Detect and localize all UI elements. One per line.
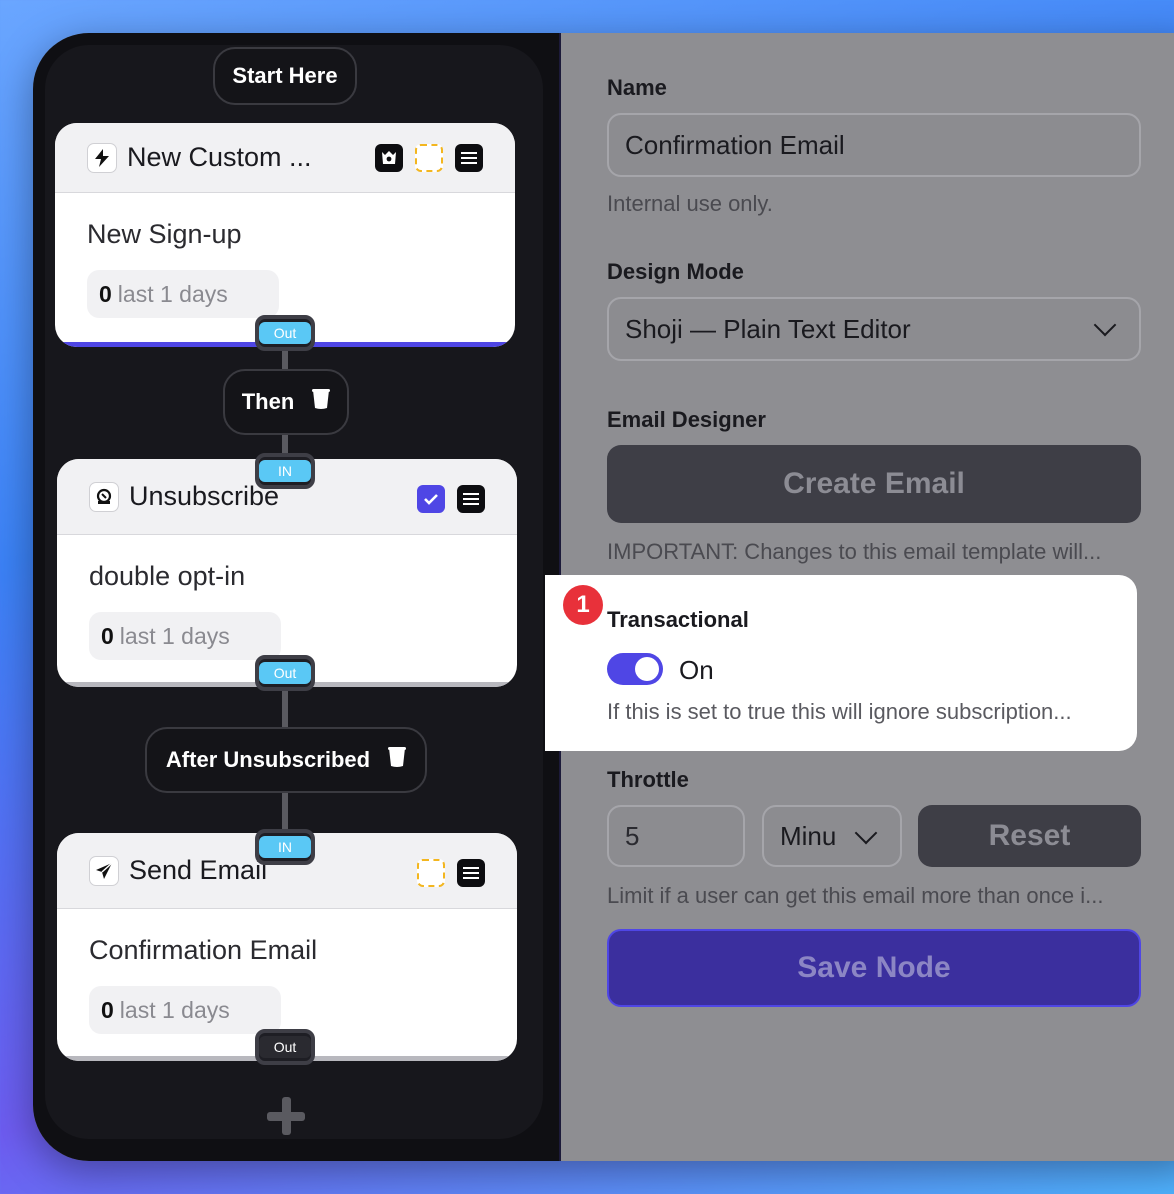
then-step-pill[interactable]: Then <box>223 369 349 435</box>
name-help-text: Internal use only. <box>607 191 773 216</box>
after-unsubscribed-step-pill[interactable]: After Unsubscribed <box>145 727 427 793</box>
in-port-label: IN <box>259 460 311 482</box>
out-port-label: Out <box>259 662 311 684</box>
out-port-label: Out <box>259 1036 311 1058</box>
name-label: Name <box>607 75 667 100</box>
transactional-toggle[interactable] <box>607 653 663 685</box>
start-here-label: Start Here <box>232 63 338 88</box>
throttle-amount-value: 5 <box>625 820 640 851</box>
throttle-amount-input[interactable]: 5 <box>607 805 745 867</box>
reset-label: Reset <box>988 819 1071 852</box>
dashed-select-icon[interactable] <box>417 859 445 887</box>
in-port-label: IN <box>259 836 311 858</box>
out-port-label: Out <box>259 322 311 344</box>
node-name: New Sign-up <box>87 219 242 249</box>
create-email-button[interactable]: Create Email <box>607 445 1141 523</box>
paper-plane-icon <box>89 855 119 886</box>
in-port[interactable]: IN <box>255 453 315 489</box>
checkbox-checked-icon[interactable] <box>417 485 445 513</box>
throttle-label: Throttle <box>607 767 689 792</box>
node-title: Send Email <box>129 855 268 885</box>
add-node-plus-icon[interactable] <box>267 1097 305 1135</box>
dashed-select-icon[interactable] <box>415 144 443 172</box>
stat-value: 0 <box>99 280 112 307</box>
stat-text: last 1 days <box>119 622 230 649</box>
stat-chip: 0 last 1 days <box>87 270 279 318</box>
stat-chip: 0 last 1 days <box>89 986 281 1034</box>
stat-text: last 1 days <box>117 280 228 307</box>
stat-value: 0 <box>101 996 114 1023</box>
stat-chip: 0 last 1 days <box>89 612 281 660</box>
stat-text: last 1 days <box>119 996 230 1023</box>
throttle-help-text: Limit if a user can get this email more … <box>607 883 1104 908</box>
after-unsubscribed-label: After Unsubscribed <box>165 747 371 772</box>
menu-icon[interactable] <box>457 485 485 513</box>
connector-line <box>282 351 288 371</box>
node-card-unsubscribe[interactable]: Unsubscribe double opt-in 0 last 1 days <box>57 459 517 687</box>
node-header: New Custom ... <box>55 123 515 193</box>
design-mode-value: Shoji — Plain Text Editor <box>625 313 911 344</box>
step-badge: 1 <box>563 585 603 625</box>
throttle-unit-select[interactable]: Minu <box>762 805 902 867</box>
start-here-pill[interactable]: Start Here <box>213 47 357 105</box>
create-email-label: Create Email <box>783 467 965 500</box>
out-port[interactable]: Out <box>255 1029 315 1065</box>
email-designer-label: Email Designer <box>607 407 766 432</box>
chevron-down-icon <box>854 821 878 845</box>
lightning-icon <box>87 142 117 173</box>
app-window: Start Here New Custom ... New Sign-up 0 … <box>33 33 1174 1161</box>
out-port[interactable]: Out <box>255 655 315 691</box>
node-card-send-email[interactable]: Send Email Confirmation Email 0 last 1 d… <box>57 833 517 1061</box>
out-port[interactable]: Out <box>255 315 315 351</box>
flow-canvas[interactable]: Start Here New Custom ... New Sign-up 0 … <box>45 45 543 1139</box>
save-node-label: Save Node <box>797 951 951 984</box>
menu-icon[interactable] <box>457 859 485 887</box>
transactional-help-text: If this is set to true this will ignore … <box>607 699 1072 724</box>
node-name: double opt-in <box>89 561 246 591</box>
then-label: Then <box>241 389 295 414</box>
in-port[interactable]: IN <box>255 829 315 865</box>
step-badge-number: 1 <box>576 591 590 618</box>
design-mode-select[interactable]: Shoji — Plain Text Editor <box>607 297 1141 361</box>
node-name: Confirmation Email <box>89 935 318 965</box>
node-card-trigger[interactable]: New Custom ... New Sign-up 0 last 1 days <box>55 123 515 347</box>
node-title: New Custom ... <box>127 142 312 172</box>
name-input-value: Confirmation Email <box>625 129 845 160</box>
save-node-button[interactable]: Save Node <box>607 929 1141 1007</box>
reset-button[interactable]: Reset <box>918 805 1141 867</box>
stat-value: 0 <box>101 622 114 649</box>
important-note: IMPORTANT: Changes to this email templat… <box>607 539 1102 564</box>
bucket-icon[interactable] <box>388 746 407 774</box>
unsubscribe-icon <box>89 481 119 512</box>
design-mode-label: Design Mode <box>607 259 744 284</box>
bucket-icon[interactable] <box>312 388 331 416</box>
transactional-label: Transactional <box>607 607 749 632</box>
menu-icon[interactable] <box>455 144 483 172</box>
chevron-down-icon <box>1093 313 1117 337</box>
throttle-unit-value: Minu <box>780 820 837 851</box>
connector-line <box>282 691 288 727</box>
transactional-state: On <box>679 655 714 685</box>
trophy-icon[interactable] <box>375 144 403 172</box>
name-input[interactable]: Confirmation Email <box>607 113 1141 177</box>
flow-panel: Start Here New Custom ... New Sign-up 0 … <box>33 33 561 1161</box>
